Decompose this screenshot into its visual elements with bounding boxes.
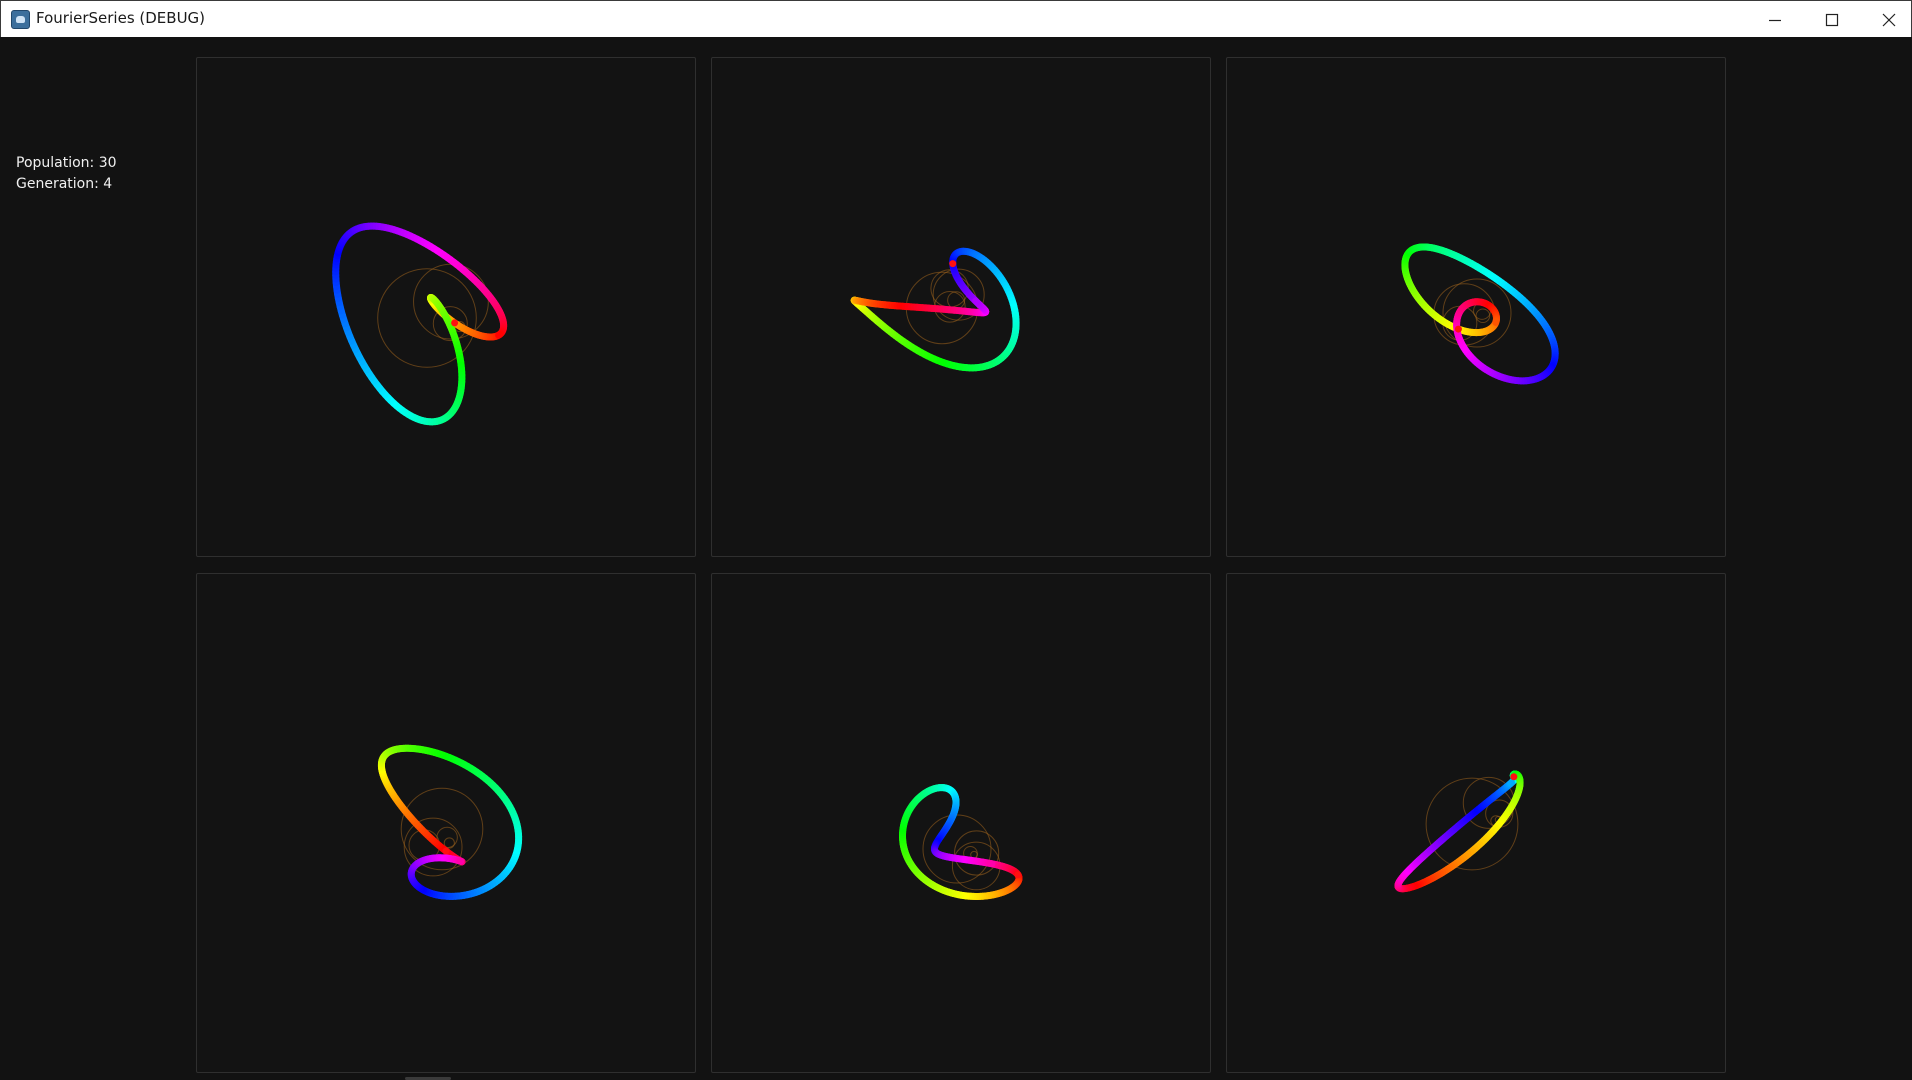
fourier-canvas-3[interactable] bbox=[1226, 57, 1726, 557]
fourier-canvas-6[interactable] bbox=[1226, 573, 1726, 1073]
epicycle-circle bbox=[1475, 308, 1491, 324]
fourier-drawing-2 bbox=[850, 247, 1020, 372]
pen-point bbox=[442, 847, 450, 855]
maximize-icon bbox=[1825, 13, 1838, 26]
pen-point bbox=[451, 319, 459, 327]
fourier-canvas-5[interactable] bbox=[711, 573, 1211, 1073]
fourier-drawing-3 bbox=[1401, 243, 1559, 385]
close-icon bbox=[1882, 13, 1895, 26]
stats-panel: Population: 30 Generation: 4 bbox=[16, 153, 117, 195]
close-button[interactable] bbox=[1860, 1, 1912, 38]
minimize-button[interactable] bbox=[1746, 1, 1803, 38]
fourier-canvas-2[interactable] bbox=[711, 57, 1211, 557]
fourier-drawing-5 bbox=[899, 784, 1023, 900]
fourier-drawing-6 bbox=[1394, 770, 1524, 893]
fourier-drawing-4 bbox=[377, 744, 523, 900]
fourier-drawing-1 bbox=[332, 222, 508, 426]
window-title: FourierSeries (DEBUG) bbox=[36, 9, 206, 27]
app-icon bbox=[11, 10, 30, 29]
pen-point bbox=[1454, 325, 1462, 333]
fourier-canvas-1[interactable] bbox=[196, 57, 696, 557]
curve-segment bbox=[972, 297, 981, 306]
population-label: Population: 30 bbox=[16, 155, 117, 171]
maximize-button[interactable] bbox=[1803, 1, 1860, 38]
generation-label: Generation: 4 bbox=[16, 176, 113, 192]
fourier-canvas-4[interactable] bbox=[196, 573, 696, 1073]
curve-segment bbox=[495, 330, 504, 339]
pen-point bbox=[949, 260, 957, 268]
pen-point bbox=[1510, 773, 1518, 781]
pen-point bbox=[1014, 871, 1022, 879]
title-bar: FourierSeries (DEBUG) bbox=[0, 0, 1912, 37]
minimize-icon bbox=[1768, 19, 1781, 21]
